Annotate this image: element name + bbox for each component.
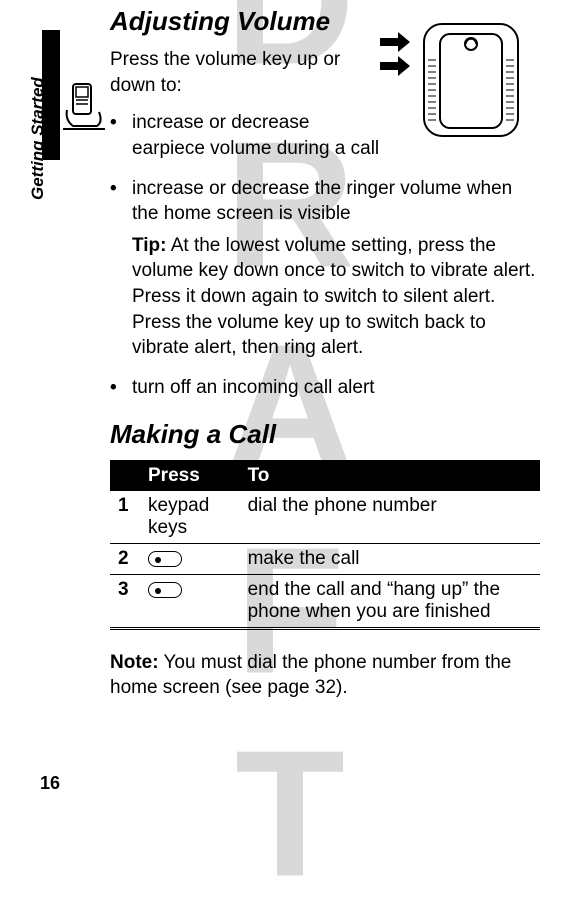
side-tab-label: Getting Started bbox=[28, 77, 48, 200]
step-number: 1 bbox=[110, 491, 140, 544]
table-header-blank bbox=[110, 460, 140, 491]
note-paragraph: Note: You must dial the phone number fro… bbox=[110, 650, 540, 701]
bullet-dot-icon: • bbox=[110, 375, 117, 401]
table-row: 3 end the call and “hang up” the phone w… bbox=[110, 574, 540, 628]
press-cell: keypad keys bbox=[140, 491, 240, 544]
bullet-dot-icon: • bbox=[110, 110, 117, 136]
bullet-item-1: • increase or decrease earpiece volume d… bbox=[110, 110, 540, 161]
bullet-item-3: • turn off an incoming call alert bbox=[110, 375, 540, 401]
bullet-text: turn off an incoming call alert bbox=[132, 377, 375, 398]
note-text: You must dial the phone number from the … bbox=[110, 652, 511, 699]
step-number: 3 bbox=[110, 574, 140, 628]
press-cell bbox=[140, 574, 240, 628]
volume-bullet-list: • increase or decrease earpiece volume d… bbox=[110, 110, 540, 400]
phone-in-hand-icon bbox=[63, 80, 105, 130]
table-row: 2 make the call bbox=[110, 543, 540, 574]
table-row: 1 keypad keys dial the phone number bbox=[110, 491, 540, 544]
note-label: Note: bbox=[110, 652, 159, 673]
end-key-icon bbox=[148, 582, 182, 598]
table-header-press: Press bbox=[140, 460, 240, 491]
call-steps-table: Press To 1 keypad keys dial the phone nu… bbox=[110, 460, 540, 630]
to-cell: make the call bbox=[240, 543, 540, 574]
tip-paragraph: Tip: At the lowest volume setting, press… bbox=[132, 233, 540, 361]
bullet-text: increase or decrease the ringer volume w… bbox=[132, 178, 512, 225]
intro-text: Press the volume key up or down to: bbox=[110, 47, 370, 98]
bullet-dot-icon: • bbox=[110, 176, 117, 202]
bullet-text: increase or decrease earpiece volume dur… bbox=[132, 110, 382, 161]
to-cell: end the call and “hang up” the phone whe… bbox=[240, 574, 540, 628]
press-cell bbox=[140, 543, 240, 574]
page-number: 16 bbox=[40, 773, 60, 794]
to-cell: dial the phone number bbox=[240, 491, 540, 544]
send-key-icon bbox=[148, 551, 182, 567]
heading-making-a-call: Making a Call bbox=[110, 419, 540, 450]
tip-label: Tip: bbox=[132, 235, 166, 256]
bullet-item-2: • increase or decrease the ringer volume… bbox=[110, 176, 540, 361]
step-number: 2 bbox=[110, 543, 140, 574]
tip-text: At the lowest volume setting, press the … bbox=[132, 235, 535, 359]
page: Getting Started bbox=[0, 0, 580, 818]
table-header-to: To bbox=[240, 460, 540, 491]
